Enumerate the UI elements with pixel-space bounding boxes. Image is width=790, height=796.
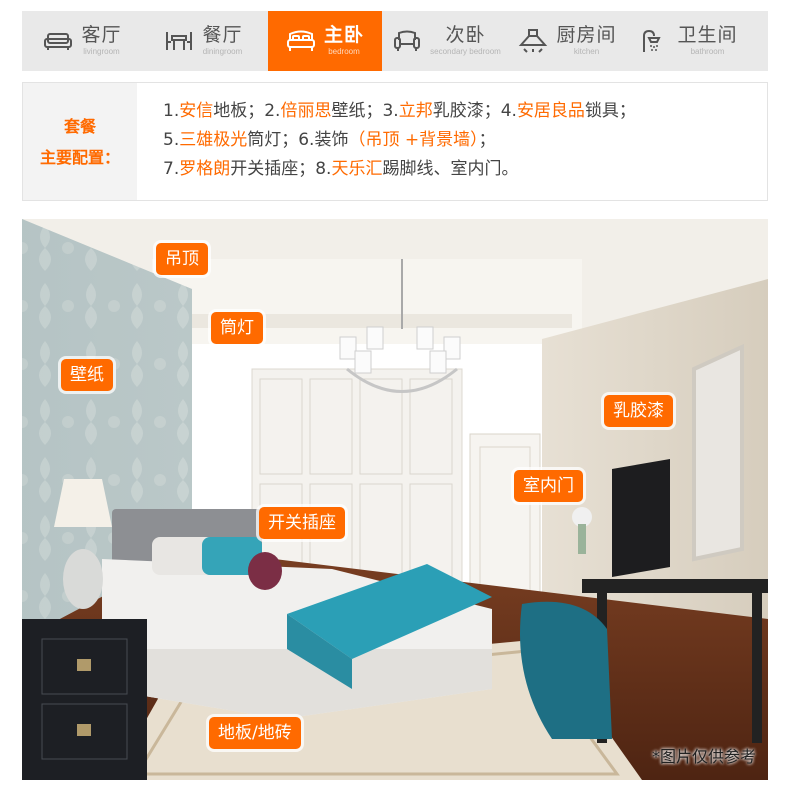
package-label-line1: 套餐: [63, 116, 96, 136]
room-tab-bar: 客厅 livingroom 餐厅 diningroom 主卧 bedroom 次卧 se…: [22, 11, 768, 71]
tag-switch-socket: 开关插座: [259, 507, 345, 539]
tab-secondary-bedroom[interactable]: 次卧 secondary bedroom: [386, 11, 507, 71]
bed-icon: [286, 28, 316, 54]
tab-sublabel: secondary bedroom: [430, 47, 501, 56]
package-text: ；: [478, 130, 496, 150]
package-text: 开关插座；8.: [230, 159, 332, 179]
tab-sublabel: bathroom: [690, 47, 725, 56]
bedroom-photo: 吊顶 筒灯 壁纸 乳胶漆 室内门 开关插座 地板/地砖 *图片仅供参考: [22, 219, 768, 780]
package-label-line2: 主要配置：: [39, 147, 120, 167]
package-config-box: 套餐 主要配置： 1.安信地板；2.倍丽思壁纸；3.立邦乳胶漆；4.安居良品锁具…: [22, 82, 768, 201]
dining-table-icon: [164, 28, 194, 54]
tab-sublabel: diningroom: [202, 47, 243, 56]
tab-sublabel: bedroom: [328, 47, 360, 56]
tab-diningroom[interactable]: 餐厅 diningroom: [143, 11, 264, 71]
shower-icon: [639, 28, 669, 54]
tab-label: 客厅: [81, 24, 122, 46]
armchair-icon: [392, 28, 422, 54]
brand-highlight: 三雄极光: [179, 130, 248, 150]
disclaimer-text: *图片仅供参考: [651, 747, 756, 766]
brand-highlight: 罗格朗: [179, 159, 231, 179]
brand-highlight: 安居良品: [516, 101, 585, 121]
tag-ceiling: 吊顶: [156, 243, 208, 275]
tag-floor: 地板/地砖: [209, 717, 301, 749]
package-text: 1.: [163, 101, 180, 121]
sofa-icon: [43, 28, 73, 54]
brand-highlight: 立邦: [398, 101, 433, 121]
package-text: 壁纸；3.: [331, 101, 399, 121]
tag-wallpaper: 壁纸: [61, 359, 113, 391]
package-text: 锁具；: [584, 101, 636, 121]
bedroom-illustration: [22, 219, 768, 780]
package-line: 7.罗格朗开关插座；8.天乐汇踢脚线、室内门。: [163, 155, 636, 184]
package-text: 踢脚线、室内门。: [382, 159, 519, 179]
tag-interior-door: 室内门: [514, 470, 583, 502]
package-text: 7.: [163, 159, 180, 179]
package-line: 1.安信地板；2.倍丽思壁纸；3.立邦乳胶漆；4.安居良品锁具；: [163, 97, 636, 126]
tab-label: 卫生间: [677, 24, 738, 46]
tab-label: 次卧: [445, 24, 486, 46]
tag-latex-paint: 乳胶漆: [604, 395, 673, 427]
brand-highlight: （吊顶 +背景墙）: [348, 130, 479, 150]
package-text: 乳胶漆；4.: [432, 101, 517, 121]
tab-bathroom[interactable]: 卫生间 bathroom: [628, 11, 749, 71]
package-text: 筒灯；6.装饰: [247, 130, 349, 150]
tab-label: 主卧: [323, 24, 364, 46]
package-label: 套餐 主要配置：: [23, 83, 137, 200]
tab-sublabel: kitchen: [573, 47, 600, 56]
package-text: 5.: [163, 130, 180, 150]
brand-highlight: 安信: [179, 101, 214, 121]
tab-livingroom[interactable]: 客厅 livingroom: [22, 11, 143, 71]
range-hood-icon: [518, 28, 548, 54]
tab-label: 厨房间: [556, 24, 617, 46]
brand-highlight: 天乐汇: [331, 159, 383, 179]
tab-kitchen[interactable]: 厨房间 kitchen: [507, 11, 628, 71]
tab-label: 餐厅: [202, 24, 243, 46]
tag-downlight: 筒灯: [211, 312, 263, 344]
brand-highlight: 倍丽思: [280, 101, 332, 121]
package-line: 5.三雄极光筒灯；6.装饰（吊顶 +背景墙）；: [163, 126, 636, 155]
package-text: 地板；2.: [213, 101, 281, 121]
tab-bedroom[interactable]: 主卧 bedroom: [268, 11, 382, 71]
package-items: 1.安信地板；2.倍丽思壁纸；3.立邦乳胶漆；4.安居良品锁具； 5.三雄极光筒…: [137, 83, 636, 200]
tab-sublabel: livingroom: [83, 47, 120, 56]
